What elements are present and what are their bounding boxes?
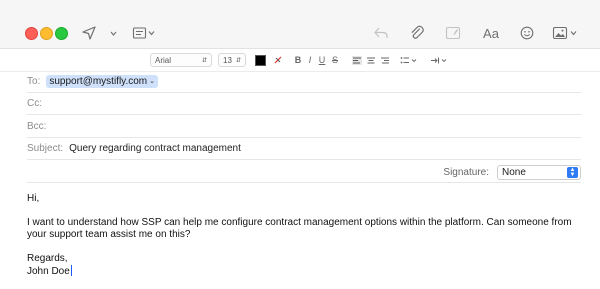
signature-label: Signature: (443, 167, 489, 178)
no-color-icon (274, 56, 282, 64)
align-right-button[interactable] (380, 53, 390, 67)
font-size-select[interactable]: 13 ⇵ (218, 53, 246, 67)
bullet-list-icon (400, 56, 417, 63)
message-greeting: Hi, (27, 193, 40, 204)
text-cursor (70, 265, 72, 276)
signature-control: Signature: None ▲ ▼ (443, 165, 581, 180)
markup-button[interactable] (444, 23, 462, 43)
background-color-button[interactable] (273, 53, 283, 67)
font-family-select[interactable]: Arial ⇵ (150, 53, 212, 67)
photo-browser-button[interactable] (552, 23, 580, 43)
underline-button[interactable]: U (317, 53, 327, 67)
subject-field-row[interactable]: Subject: Query regarding contract manage… (27, 137, 581, 160)
photo-browser-icon (552, 26, 577, 40)
message-paragraph: I want to understand how SSP can help me… (27, 217, 572, 240)
align-left-icon (352, 55, 362, 65)
align-center-icon (367, 57, 375, 63)
align-right-icon (381, 57, 389, 63)
recipient-address: support@mystifly.com (49, 75, 148, 87)
indent-icon (431, 57, 447, 63)
reply-button[interactable] (372, 23, 390, 43)
bcc-label: Bcc: (27, 120, 47, 132)
signature-value: None (502, 167, 526, 178)
cc-label: Cc: (27, 97, 42, 109)
recipient-token[interactable]: support@mystifly.com ⌄ (46, 74, 158, 88)
zoom-window-button[interactable] (55, 27, 68, 40)
attach-button[interactable] (408, 23, 426, 43)
attachment-icon (411, 25, 424, 39)
subject-label: Subject: (27, 142, 64, 154)
chevron-down-icon (110, 31, 116, 36)
list-style-button[interactable] (400, 53, 418, 67)
markup-icon (445, 26, 461, 40)
format-bar: Arial ⇵ 13 ⇵ B I U S (0, 49, 600, 72)
select-arrows-icon: ⇵ (235, 57, 241, 64)
font-size-value: 13 (223, 55, 232, 65)
format-text-icon: Aa (483, 25, 499, 41)
message-closing: Regards, (27, 253, 68, 264)
select-stepper-icon: ▲ ▼ (567, 167, 578, 178)
format-text-button[interactable]: Aa (480, 23, 502, 43)
subject-value: Query regarding contract management (69, 142, 241, 154)
reply-icon (374, 27, 388, 38)
send-options-button[interactable] (108, 23, 118, 43)
italic-button[interactable]: I (305, 53, 315, 67)
toolbar: Aa (0, 0, 600, 49)
text-color-swatch (255, 54, 266, 66)
cc-field-row[interactable]: Cc: (27, 92, 581, 115)
align-left-button[interactable] (352, 53, 362, 67)
to-label: To: (27, 75, 41, 87)
message-signature-name: John Doe (27, 265, 582, 278)
close-window-button[interactable] (25, 27, 38, 40)
emoji-icon (520, 26, 534, 40)
indent-button[interactable] (430, 53, 448, 67)
signature-select[interactable]: None ▲ ▼ (497, 165, 581, 180)
message-body[interactable]: Hi, I want to understand how SSP can hel… (27, 193, 582, 278)
send-button[interactable] (80, 23, 98, 43)
font-family-value: Arial (155, 55, 172, 65)
align-center-button[interactable] (366, 53, 376, 67)
chevron-down-icon: ⌄ (149, 78, 155, 85)
bcc-field-row[interactable]: Bcc: (27, 115, 581, 138)
emoji-button[interactable] (518, 23, 536, 43)
select-arrows-icon: ⇵ (201, 57, 207, 64)
divider (27, 182, 581, 183)
bold-button[interactable]: B (293, 53, 303, 67)
strikethrough-button[interactable]: S (330, 53, 340, 67)
send-icon (82, 26, 96, 40)
sender-name: John Doe (27, 266, 70, 277)
text-color-button[interactable] (255, 53, 266, 67)
header-fields-icon (132, 27, 155, 39)
to-field-row[interactable]: To: support@mystifly.com ⌄ (27, 70, 581, 93)
minimize-window-button[interactable] (40, 27, 53, 40)
header-fields-button[interactable] (132, 23, 158, 43)
